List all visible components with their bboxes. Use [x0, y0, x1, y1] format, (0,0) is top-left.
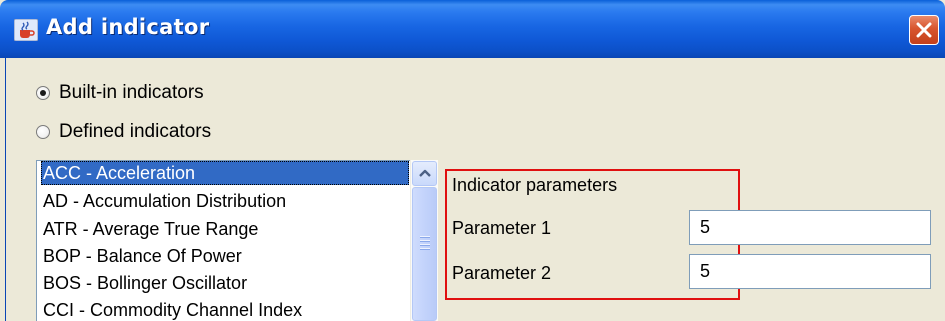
parameter-2-input[interactable]: 5: [689, 254, 931, 289]
java-cup-icon: [13, 18, 39, 42]
scroll-thumb[interactable]: [412, 187, 437, 321]
chevron-up-icon: [419, 169, 431, 177]
close-button[interactable]: [909, 15, 939, 45]
add-indicator-dialog: Add indicator Built-in indicators Define…: [0, 0, 945, 321]
parameter-1-label: Parameter 1: [452, 218, 552, 238]
list-scrollbar[interactable]: [410, 160, 438, 321]
parameters-heading: Indicator parameters: [452, 175, 618, 195]
indicator-list[interactable]: ACC - Acceleration AD - Accumulation Dis…: [36, 160, 438, 321]
list-item-cci[interactable]: CCI - Commodity Channel Index: [41, 298, 409, 321]
thumb-grip: [420, 236, 430, 237]
list-item-ad[interactable]: AD - Accumulation Distribution: [41, 189, 409, 213]
window-title: Add indicator: [46, 15, 210, 39]
list-item-acc[interactable]: ACC - Acceleration: [41, 161, 409, 185]
radio-defined-indicators[interactable]: Defined indicators: [36, 120, 211, 144]
radio-button-checked[interactable]: [36, 86, 50, 100]
parameter-1-input[interactable]: 5: [689, 210, 931, 245]
parameter-2-label: Parameter 2: [452, 263, 552, 283]
list-item-bop[interactable]: BOP - Balance Of Power: [41, 244, 409, 268]
title-bar[interactable]: Add indicator: [0, 0, 945, 58]
thumb-grip: [420, 240, 430, 241]
close-icon: [916, 22, 932, 38]
radio-button-unchecked[interactable]: [36, 125, 50, 139]
list-item-bos[interactable]: BOS - Bollinger Oscillator: [41, 271, 409, 295]
radio-label-built-in: Built-in indicators: [59, 82, 204, 103]
radio-label-defined: Defined indicators: [59, 121, 212, 142]
list-item-atr[interactable]: ATR - Average True Range: [41, 217, 409, 241]
scroll-up-button[interactable]: [412, 161, 437, 186]
radio-built-in-indicators[interactable]: Built-in indicators: [36, 81, 204, 105]
thumb-grip: [420, 244, 430, 245]
thumb-grip: [420, 248, 430, 249]
